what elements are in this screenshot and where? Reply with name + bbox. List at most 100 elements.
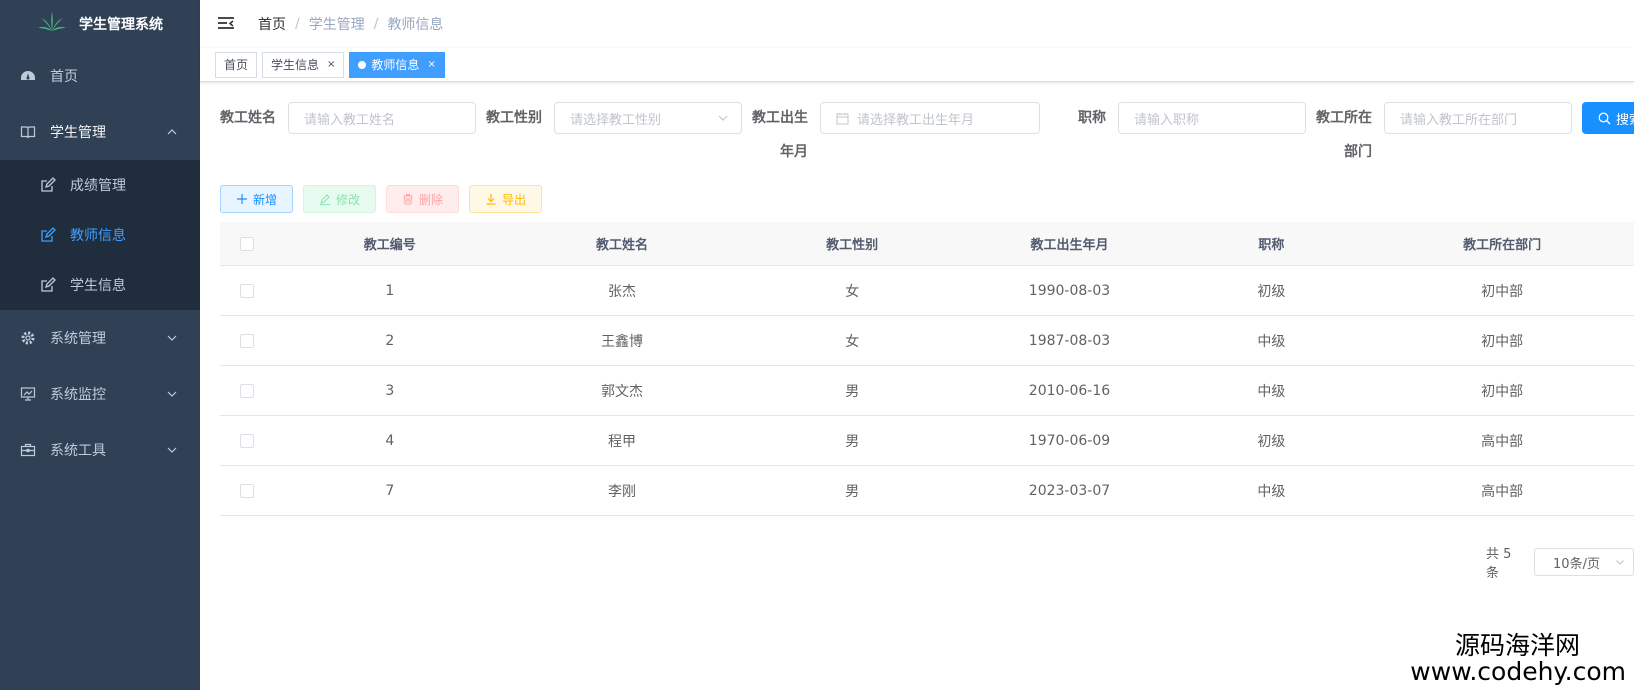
column-header-birth[interactable]: 教工出生年月: [966, 234, 1172, 253]
table-row[interactable]: 4 程甲 男 1970-06-09 初级 高中部: [220, 416, 1634, 466]
table-row[interactable]: 2 王鑫博 女 1987-08-03 中级 初中部: [220, 316, 1634, 366]
hamburger-icon[interactable]: [216, 14, 236, 34]
export-button[interactable]: 导出: [469, 185, 543, 213]
sidebar-item-grades[interactable]: 成绩管理: [0, 160, 200, 210]
table-row[interactable]: 1 张杰 女 1990-08-03 初级 初中部: [220, 266, 1634, 316]
row-select-cell: [220, 383, 274, 398]
sidebar: 学生管理系统 首页 学生管理 成绩管理 教师信息 学生信息 系统管理 系统监控 …: [0, 0, 200, 690]
row-select-cell: [220, 283, 274, 298]
column-header-sex[interactable]: 教工性别: [738, 234, 966, 253]
table-row[interactable]: 7 李刚 男 2023-03-07 中级 高中部: [220, 466, 1634, 516]
pagination: 共 5 条 10条/页: [1486, 543, 1634, 581]
app: 学生管理系统 首页 学生管理 成绩管理 教师信息 学生信息 系统管理 系统监控 …: [0, 0, 1634, 690]
row-checkbox[interactable]: [239, 483, 254, 498]
toolbox-icon: [20, 442, 36, 458]
breadcrumb-separator: /: [295, 16, 300, 32]
sex-select[interactable]: 请选择教工性别: [554, 102, 742, 134]
breadcrumb: 首页 / 学生管理 / 教师信息: [258, 14, 443, 34]
cell-birth: 1970-06-09: [1028, 432, 1111, 449]
sex-placeholder: 请选择教工性别: [570, 112, 662, 128]
sidebar-item-label: 系统管理: [50, 331, 106, 347]
close-icon[interactable]: ×: [327, 59, 335, 70]
column-header-dept[interactable]: 教工所在部门: [1370, 234, 1634, 253]
sidebar-item-student-management[interactable]: 学生管理: [0, 104, 200, 160]
trash-icon: [402, 193, 414, 205]
name-placeholder: 请输入教工姓名: [304, 112, 396, 128]
sidebar-item-label: 学生信息: [70, 278, 126, 294]
cell-sex: 女: [845, 333, 860, 350]
cell-id: 2: [385, 332, 395, 349]
sidebar-item-teacher-info[interactable]: 教师信息: [0, 210, 200, 260]
column-header-id[interactable]: 教工编号: [274, 234, 506, 253]
tags-view: 首页 学生信息 × 教师信息 ×: [200, 48, 1634, 82]
cell-birth: 1990-08-03: [1028, 282, 1111, 299]
edit-button[interactable]: 修改: [303, 185, 377, 213]
breadcrumb-separator: /: [373, 16, 379, 32]
cell-id: 4: [385, 432, 395, 449]
sidebar-item-system-management[interactable]: 系统管理: [0, 310, 200, 366]
cell-birth: 1987-08-03: [1028, 332, 1111, 349]
cell-dept: 高中部: [1481, 433, 1524, 450]
sidebar-item-student-info[interactable]: 学生信息: [0, 260, 200, 310]
download-icon: [485, 193, 497, 205]
row-checkbox[interactable]: [239, 383, 254, 398]
cell-id: 3: [385, 382, 395, 399]
dept-label-line2: 部门: [1344, 144, 1372, 160]
cell-dept: 高中部: [1481, 483, 1524, 500]
birth-date-picker[interactable]: 请选择教工出生年月: [820, 102, 1040, 134]
column-header-title[interactable]: 职称: [1173, 234, 1371, 253]
page-size-select[interactable]: 10条/页: [1534, 548, 1634, 576]
search-button[interactable]: 搜索: [1582, 102, 1634, 134]
cell-title: 中级: [1257, 333, 1286, 350]
dept-input[interactable]: 请输入教工所在部门: [1384, 102, 1572, 134]
submenu-student-management: 成绩管理 教师信息 学生信息: [0, 160, 200, 310]
cell-name: 郭文杰: [600, 383, 643, 400]
row-select-cell: [220, 483, 274, 498]
cell-name: 张杰: [607, 283, 636, 300]
gear-icon: [20, 330, 36, 346]
breadcrumb-item-home[interactable]: 首页: [258, 14, 286, 34]
sidebar-item-label: 系统工具: [50, 443, 106, 459]
sidebar-item-system-tools[interactable]: 系统工具: [0, 422, 200, 478]
title-input[interactable]: 请输入职称: [1118, 102, 1306, 134]
logo-icon: [37, 11, 67, 37]
select-all-checkbox[interactable]: [239, 236, 254, 251]
tag-label: 首页: [224, 58, 249, 72]
logo[interactable]: 学生管理系统: [0, 0, 200, 48]
table-row[interactable]: 3 郭文杰 男 2010-06-16 中级 初中部: [220, 366, 1634, 416]
toolbar: 新增 修改 删除 导出: [220, 185, 543, 213]
delete-button[interactable]: 删除: [386, 185, 460, 213]
dashboard-icon: [20, 68, 36, 84]
sidebar-item-home[interactable]: 首页: [0, 48, 200, 104]
name-label: 教工姓名: [220, 110, 276, 126]
birth-label: 教工出生: [752, 110, 808, 126]
dept-placeholder: 请输入教工所在部门: [1400, 112, 1518, 128]
row-select-cell: [220, 333, 274, 348]
cell-birth: 2010-06-16: [1028, 382, 1111, 399]
breadcrumb-item-teacher-info: 教师信息: [387, 17, 444, 33]
book-icon: [20, 124, 36, 140]
row-checkbox[interactable]: [239, 333, 254, 348]
chevron-up-icon: [166, 126, 178, 138]
cell-name: 李刚: [607, 483, 636, 500]
breadcrumb-item-student-management: 学生管理: [308, 17, 365, 33]
sidebar-item-system-monitor[interactable]: 系统监控: [0, 366, 200, 422]
sidebar-item-label: 教师信息: [70, 228, 126, 244]
edit-button-label: 修改: [336, 192, 361, 207]
row-select-cell: [220, 433, 274, 448]
search-icon: [1598, 112, 1611, 125]
cell-id: 7: [385, 482, 395, 499]
tag-home[interactable]: 首页: [215, 51, 258, 78]
close-icon[interactable]: ×: [427, 59, 435, 70]
tag-teacher-info[interactable]: 教师信息 ×: [349, 51, 445, 78]
add-button[interactable]: 新增: [220, 185, 294, 213]
birth-placeholder: 请选择教工出生年月: [857, 112, 975, 128]
column-header-name[interactable]: 教工姓名: [506, 234, 738, 253]
row-checkbox[interactable]: [239, 283, 254, 298]
name-input[interactable]: 请输入教工姓名: [288, 102, 476, 134]
tag-student-info[interactable]: 学生信息 ×: [262, 51, 345, 78]
add-button-label: 新增: [253, 192, 278, 207]
search-form: 教工姓名 请输入教工姓名 教工性别 请选择教工性别 教工出生 年月 请选择教工出…: [220, 102, 1634, 162]
row-checkbox[interactable]: [239, 433, 254, 448]
watermark-url: www.codehy.com: [1410, 656, 1626, 686]
